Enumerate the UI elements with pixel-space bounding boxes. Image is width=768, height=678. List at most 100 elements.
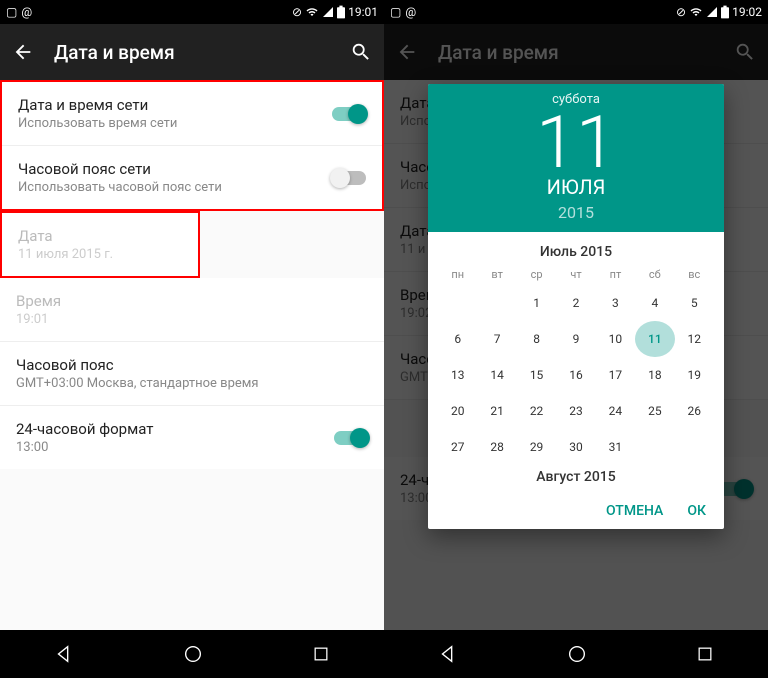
wifi-icon bbox=[689, 6, 703, 18]
calendar-dow-header: вс bbox=[675, 264, 714, 285]
status-bar: ▢ @ ⊘ 19:02 bbox=[384, 0, 768, 24]
calendar-title: Июль 2015 bbox=[438, 240, 714, 264]
status-time: 19:01 bbox=[348, 5, 378, 19]
calendar-day[interactable]: 10 bbox=[596, 321, 635, 357]
cancel-button[interactable]: ОТМЕНА bbox=[606, 503, 663, 519]
phone-left: ▢ @ ⊘ 19:01 Дата и время Дата и время се… bbox=[0, 0, 384, 678]
battery-icon bbox=[337, 5, 345, 19]
picker-day-of-week: суббота bbox=[428, 92, 724, 107]
calendar-day[interactable]: 29 bbox=[517, 429, 556, 465]
back-icon[interactable] bbox=[12, 41, 34, 63]
setting-24h[interactable]: 24-часовой формат13:00 bbox=[0, 406, 384, 469]
status-time: 19:02 bbox=[732, 5, 762, 19]
setting-network-time[interactable]: Дата и время сети Использовать время сети bbox=[2, 82, 382, 145]
setting-network-timezone[interactable]: Часовой пояс сетиИспользовать часовой по… bbox=[2, 146, 382, 209]
calendar-day[interactable]: 17 bbox=[596, 357, 635, 393]
battery-icon bbox=[721, 5, 729, 19]
wifi-icon bbox=[305, 6, 319, 18]
calendar-day[interactable]: 14 bbox=[477, 357, 516, 393]
dialog-actions: ОТМЕНА ОК bbox=[428, 493, 724, 529]
calendar-day[interactable]: 8 bbox=[517, 321, 556, 357]
setting-label: Часовой пояс bbox=[16, 356, 368, 374]
calendar-day[interactable]: 28 bbox=[477, 429, 516, 465]
calendar-day[interactable]: 23 bbox=[556, 393, 595, 429]
nav-back-icon[interactable] bbox=[53, 643, 75, 665]
calendar-dow-header: чт bbox=[556, 264, 595, 285]
no-sim-icon: ⊘ bbox=[676, 5, 686, 19]
search-icon[interactable] bbox=[350, 41, 372, 63]
highlight-box-2: Дата 11 июля 2015 г. bbox=[0, 211, 200, 278]
calendar-day[interactable]: 16 bbox=[556, 357, 595, 393]
calendar-dow-header: сб bbox=[635, 264, 674, 285]
picker-year[interactable]: 2015 bbox=[428, 203, 724, 222]
calendar-day[interactable]: 22 bbox=[517, 393, 556, 429]
calendar-day[interactable]: 3 bbox=[596, 285, 635, 321]
calendar-month: Июль 2015 пнвтсрчтптсбвс1234567891011121… bbox=[428, 232, 724, 493]
switch-toggle[interactable] bbox=[334, 431, 368, 445]
setting-label: Дата bbox=[18, 227, 182, 245]
at-icon: @ bbox=[405, 5, 416, 19]
date-picker-header: суббота 11 ИЮЛЯ 2015 bbox=[428, 84, 724, 232]
setting-sublabel: GMT+03:00 Москва, стандартное время bbox=[16, 376, 368, 391]
nav-home-icon[interactable] bbox=[182, 643, 204, 665]
calendar-day[interactable]: 15 bbox=[517, 357, 556, 393]
setting-timezone[interactable]: Часовой пояс GMT+03:00 Москва, стандартн… bbox=[0, 342, 384, 405]
ok-button[interactable]: ОК bbox=[687, 503, 706, 519]
calendar-dow-header: вт bbox=[477, 264, 516, 285]
picker-month: ИЮЛЯ bbox=[428, 175, 724, 199]
setting-sublabel: 13:00 bbox=[16, 440, 334, 455]
nav-home-icon[interactable] bbox=[566, 643, 588, 665]
calendar-next-title: Август 2015 bbox=[438, 465, 714, 489]
no-sim-icon: ⊘ bbox=[292, 5, 302, 19]
setting-label: Дата и время сети bbox=[18, 96, 332, 114]
calendar-day[interactable]: 25 bbox=[635, 393, 674, 429]
calendar-day[interactable]: 21 bbox=[477, 393, 516, 429]
setting-date: Дата 11 июля 2015 г. bbox=[2, 213, 198, 276]
nav-bar bbox=[384, 630, 768, 678]
calendar-day[interactable]: 20 bbox=[438, 393, 477, 429]
setting-sublabel: Использовать время сети bbox=[18, 116, 332, 131]
setting-sublabel: 11 июля 2015 г. bbox=[18, 247, 182, 262]
calendar-day[interactable]: 19 bbox=[675, 357, 714, 393]
picture-icon: ▢ bbox=[390, 5, 401, 19]
settings-list: Дата и время сети Использовать время сети… bbox=[0, 80, 384, 630]
calendar-day[interactable]: 5 bbox=[675, 285, 714, 321]
calendar-dow-header: пт bbox=[596, 264, 635, 285]
calendar-day[interactable]: 11 bbox=[635, 321, 674, 357]
switch-toggle[interactable] bbox=[332, 171, 366, 185]
nav-recent-icon[interactable] bbox=[311, 644, 331, 664]
calendar-day[interactable]: 13 bbox=[438, 357, 477, 393]
page-title: Дата и время bbox=[54, 41, 330, 64]
setting-time: Время 19:01 bbox=[0, 278, 384, 341]
signal-icon bbox=[706, 6, 718, 18]
setting-sublabel: Использовать часовой пояс сети bbox=[18, 180, 332, 195]
app-bar: Дата и время bbox=[0, 24, 384, 80]
calendar-day[interactable]: 30 bbox=[556, 429, 595, 465]
calendar-day[interactable]: 9 bbox=[556, 321, 595, 357]
setting-sublabel: 19:01 bbox=[16, 312, 368, 327]
calendar-day[interactable]: 24 bbox=[596, 393, 635, 429]
calendar-dow-header: ср bbox=[517, 264, 556, 285]
setting-label: Время bbox=[16, 292, 368, 310]
picker-day-number[interactable]: 11 bbox=[428, 107, 724, 179]
date-picker-dialog: суббота 11 ИЮЛЯ 2015 Июль 2015 пнвтсрчтп… bbox=[428, 84, 724, 529]
nav-bar bbox=[0, 630, 384, 678]
at-icon: @ bbox=[21, 5, 32, 19]
switch-toggle[interactable] bbox=[332, 107, 366, 121]
calendar-day[interactable]: 27 bbox=[438, 429, 477, 465]
calendar-dow-header: пн bbox=[438, 264, 477, 285]
calendar-day[interactable]: 6 bbox=[438, 321, 477, 357]
nav-recent-icon[interactable] bbox=[695, 644, 715, 664]
calendar-day[interactable]: 12 bbox=[675, 321, 714, 357]
calendar-day[interactable]: 26 bbox=[675, 393, 714, 429]
calendar-day[interactable]: 1 bbox=[517, 285, 556, 321]
status-bar: ▢ @ ⊘ 19:01 bbox=[0, 0, 384, 24]
calendar-day[interactable]: 4 bbox=[635, 285, 674, 321]
calendar-day[interactable]: 2 bbox=[556, 285, 595, 321]
calendar-day[interactable]: 31 bbox=[596, 429, 635, 465]
calendar-grid: пнвтсрчтптсбвс12345678910111213141516171… bbox=[438, 264, 714, 465]
calendar-day[interactable]: 7 bbox=[477, 321, 516, 357]
nav-back-icon[interactable] bbox=[437, 643, 459, 665]
highlight-box-1: Дата и время сети Использовать время сети… bbox=[0, 80, 384, 211]
calendar-day[interactable]: 18 bbox=[635, 357, 674, 393]
